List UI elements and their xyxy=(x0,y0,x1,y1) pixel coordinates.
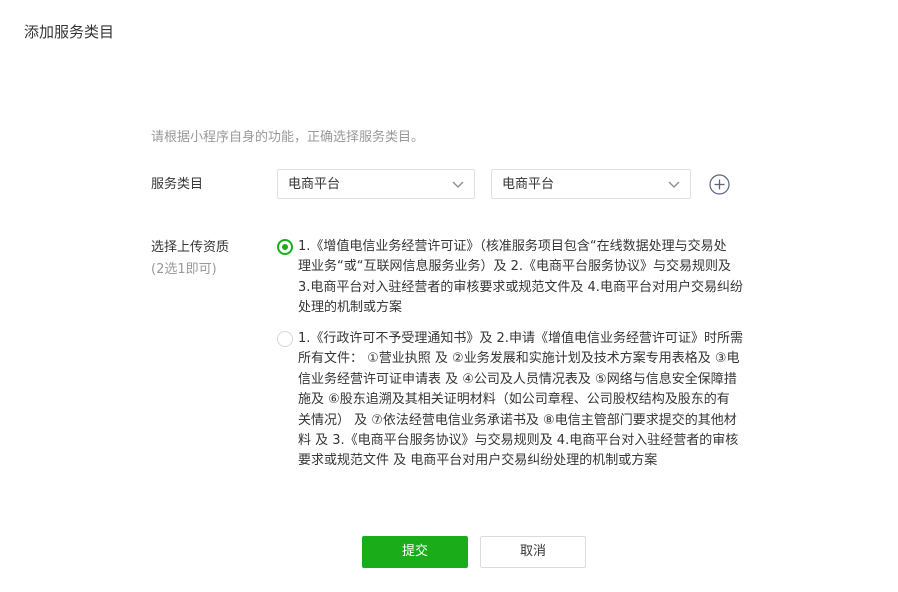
secondary-category-value: 电商平台 xyxy=(502,177,555,192)
secondary-category-select[interactable]: 电商平台 xyxy=(491,169,691,199)
cancel-button[interactable]: 取消 xyxy=(480,536,586,568)
hint-text: 请根据小程序自身的功能，正确选择服务类目。 xyxy=(151,130,425,145)
qualification-sub-label: (2选1即可) xyxy=(151,262,217,277)
primary-category-value: 电商平台 xyxy=(288,177,341,192)
radio-unchecked[interactable] xyxy=(277,331,293,347)
primary-category-select[interactable]: 电商平台 xyxy=(277,169,475,199)
chevron-down-icon xyxy=(452,181,464,188)
qualification-option-1[interactable]: 1.《增值电信业务经营许可证》（核准服务项目包含“在线数据处理与交易处 理业务“… xyxy=(277,237,782,319)
qualification-label: 选择上传资质 xyxy=(151,240,230,255)
dialog-title: 添加服务类目 xyxy=(24,23,115,41)
plus-circle-icon[interactable] xyxy=(709,174,730,195)
submit-button[interactable]: 提交 xyxy=(362,536,468,568)
category-label: 服务类目 xyxy=(151,177,204,192)
chevron-down-icon xyxy=(668,181,680,188)
qualification-option-2[interactable]: 1.《行政许可不予受理通知书》及 2.申请《增值电信业务经营许可证》时所需 所有… xyxy=(277,329,782,472)
radio-checked[interactable] xyxy=(277,239,293,255)
qualification-option-text: 1.《增值电信业务经营许可证》（核准服务项目包含“在线数据处理与交易处 理业务“… xyxy=(298,239,743,316)
qualification-option-text: 1.《行政许可不予受理通知书》及 2.申请《增值电信业务经营许可证》时所需 所有… xyxy=(298,331,743,469)
